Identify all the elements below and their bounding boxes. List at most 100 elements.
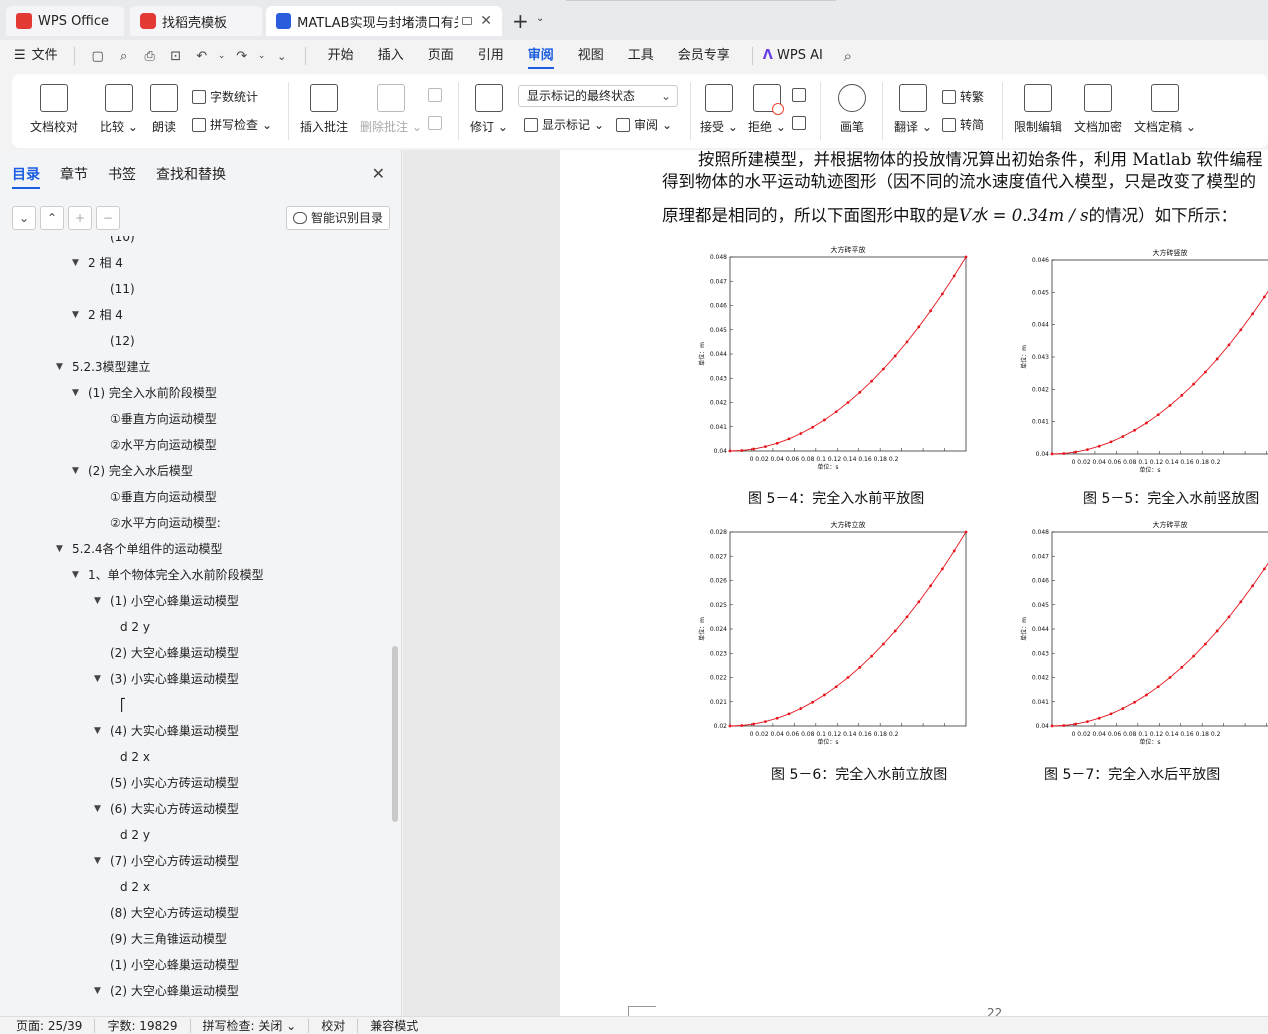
toc-item[interactable]: ▼ 1、单个物体完全入水前阶段模型 xyxy=(72,562,264,588)
collapse-button[interactable]: ⌃ xyxy=(40,206,64,230)
toc-item[interactable]: ▼ 2 相 4 xyxy=(72,302,123,328)
toc-item[interactable]: ▼ (2) 完全入水后模型 xyxy=(72,458,193,484)
tab-document[interactable]: MATLAB实现与封堵溃口有关 ✕ xyxy=(266,6,502,36)
menu-member[interactable]: 会员专享 xyxy=(666,40,742,72)
toc-item[interactable]: ▼ (2) 大空心蜂巢运动模型 xyxy=(94,978,239,1004)
toc-item[interactable]: d 2 x xyxy=(120,874,150,900)
toc-item[interactable]: ▼ 2 相 4 xyxy=(72,250,123,276)
print-preview-icon[interactable]: ⊡ xyxy=(165,45,187,67)
restrict-edit-button[interactable]: 限制编辑 xyxy=(1014,84,1062,135)
toc-item[interactable]: ▼ (3) 小实心蜂巢运动模型 xyxy=(94,666,239,692)
toc-item[interactable]: ①垂直方向运动模型 xyxy=(110,484,217,510)
wps-ai-button[interactable]: Λ WPS AI xyxy=(763,40,835,72)
show-markup-button[interactable]: 显示标记 ⌄ xyxy=(524,116,604,133)
word-count-button[interactable]: 字数统计 xyxy=(192,88,258,105)
next-comment-button[interactable] xyxy=(428,116,442,130)
toc-item[interactable]: d 2 y xyxy=(120,822,150,848)
insert-comment-button[interactable]: 插入批注 xyxy=(300,84,348,135)
toc-item[interactable]: ①垂直方向运动模型 xyxy=(110,406,217,432)
toc-item[interactable]: ▼ 5.2.4各个单组件的运动模型 xyxy=(56,536,223,562)
toc-item[interactable]: d 2 x xyxy=(120,744,150,770)
menu-page[interactable]: 页面 xyxy=(416,40,466,72)
reject-button[interactable]: 拒绝 ⌄ xyxy=(748,84,786,135)
chevron-down-icon[interactable]: ⌄ xyxy=(257,45,267,67)
remove-heading-button[interactable]: − xyxy=(96,206,120,230)
more-icon[interactable]: ⌄ xyxy=(271,45,293,67)
file-menu[interactable]: ☰ 文件 xyxy=(0,40,70,72)
close-icon[interactable]: ✕ xyxy=(480,13,492,29)
expand-triangle-icon[interactable]: ▼ xyxy=(56,354,63,380)
toc-item[interactable]: ▼ 5.2.3模型建立 xyxy=(56,354,151,380)
undo-icon[interactable]: ↶ xyxy=(191,45,213,67)
expand-triangle-icon[interactable]: ▼ xyxy=(94,718,101,744)
toc-item[interactable]: (5) 小实心方砖运动模型 xyxy=(110,770,239,796)
accept-button[interactable]: 接受 ⌄ xyxy=(700,84,738,135)
toc-item[interactable]: (10) xyxy=(110,236,135,250)
menu-review[interactable]: 审阅 xyxy=(516,40,566,72)
menu-insert[interactable]: 插入 xyxy=(366,40,416,72)
word-count-indicator[interactable]: 字数: 19829 xyxy=(95,1018,191,1033)
toc-item[interactable]: ▼ (1) 完全入水前阶段模型 xyxy=(72,380,217,406)
expand-button[interactable]: ⌄ xyxy=(12,206,36,230)
menu-reference[interactable]: 引用 xyxy=(466,40,516,72)
toc-item[interactable]: d 2 y xyxy=(120,614,150,640)
prev-comment-button[interactable] xyxy=(428,88,442,102)
nav-tab-bookmarks[interactable]: 书签 xyxy=(108,164,136,189)
spell-check-indicator[interactable]: 拼写检查: 关闭 ⌄ xyxy=(191,1018,310,1033)
tab-wps-office[interactable]: WPS Office xyxy=(6,6,124,36)
delete-comment-button[interactable]: 删除批注 ⌄ xyxy=(360,84,422,135)
new-tab-button[interactable]: + xyxy=(512,9,529,33)
expand-triangle-icon[interactable]: ▼ xyxy=(94,848,101,874)
expand-triangle-icon[interactable]: ▼ xyxy=(94,796,101,822)
toc-item[interactable]: (12) xyxy=(110,328,135,354)
read-aloud-button[interactable]: 朗读 xyxy=(150,84,178,135)
close-icon[interactable]: ✕ xyxy=(372,164,385,183)
pen-button[interactable]: 画笔 xyxy=(838,84,866,135)
review-pane-button[interactable]: 审阅 ⌄ xyxy=(616,116,672,133)
expand-triangle-icon[interactable]: ▼ xyxy=(72,380,79,406)
expand-triangle-icon[interactable]: ▼ xyxy=(94,588,101,614)
toc-item[interactable]: ②水平方向运动模型: xyxy=(110,510,221,536)
expand-triangle-icon[interactable]: ▼ xyxy=(94,978,101,1004)
export-icon[interactable]: ⌕ xyxy=(113,45,135,67)
menu-view[interactable]: 视图 xyxy=(566,40,616,72)
next-change-button[interactable] xyxy=(792,116,806,130)
translate-button[interactable]: 翻译 ⌄ xyxy=(894,84,932,135)
expand-triangle-icon[interactable]: ▼ xyxy=(94,666,101,692)
scrollbar[interactable] xyxy=(392,646,398,822)
page-indicator[interactable]: 页面: 25/39 xyxy=(0,1018,96,1033)
toc-item[interactable]: (2) 大空心蜂巢运动模型 xyxy=(110,640,239,666)
expand-triangle-icon[interactable]: ▼ xyxy=(72,250,79,276)
tab-template[interactable]: 找稻壳模板 xyxy=(130,6,262,36)
spell-check-button[interactable]: 拼写检查 ⌄ xyxy=(192,116,272,133)
toc-item[interactable]: (1) 小空心蜂巢运动模型 xyxy=(110,952,239,978)
nav-tab-find-replace[interactable]: 查找和替换 xyxy=(156,164,226,189)
proofread-indicator[interactable]: 校对 xyxy=(309,1018,359,1033)
prev-change-button[interactable] xyxy=(792,88,806,102)
add-heading-button[interactable]: + xyxy=(68,206,92,230)
print-icon[interactable]: ⎙ xyxy=(139,45,161,67)
doc-proofread-button[interactable]: 文档校对 xyxy=(30,84,78,135)
toc-item[interactable]: ▼ (6) 大实心方砖运动模型 xyxy=(94,796,239,822)
menu-home[interactable]: 开始 xyxy=(316,40,366,72)
toc-item[interactable]: (8) 大空心方砖运动模型 xyxy=(110,900,239,926)
expand-triangle-icon[interactable]: ▼ xyxy=(72,562,79,588)
expand-triangle-icon[interactable]: ▼ xyxy=(56,536,63,562)
smart-toc-button[interactable]: 智能识别目录 xyxy=(286,206,390,230)
compare-button[interactable]: 比较 ⌄ xyxy=(100,84,138,135)
toc-item[interactable]: ▼ (4) 大实心蜂巢运动模型 xyxy=(94,718,239,744)
finalize-button[interactable]: 文档定稿 ⌄ xyxy=(1134,84,1196,135)
toc-item[interactable]: (9) 大三角锥运动模型 xyxy=(110,926,227,952)
toc-item[interactable]: ▼ (1) 小空心蜂巢运动模型 xyxy=(94,588,239,614)
nav-tab-chapters[interactable]: 章节 xyxy=(60,164,88,189)
toc-item[interactable]: ②水平方向运动模型 xyxy=(110,432,217,458)
toc-item[interactable]: (11) xyxy=(110,276,135,302)
to-simplified-button[interactable]: 转简 xyxy=(942,116,984,133)
menu-tools[interactable]: 工具 xyxy=(616,40,666,72)
toc-item[interactable]: ▼ (7) 小空心方砖运动模型 xyxy=(94,848,239,874)
encrypt-button[interactable]: 文档加密 xyxy=(1074,84,1122,135)
toc-item[interactable]: ⎡ xyxy=(120,692,126,718)
markup-display-select[interactable]: 显示标记的最终状态 ⌄ xyxy=(518,85,678,107)
to-traditional-button[interactable]: 转繁 xyxy=(942,88,984,105)
expand-triangle-icon[interactable]: ▼ xyxy=(72,302,79,328)
